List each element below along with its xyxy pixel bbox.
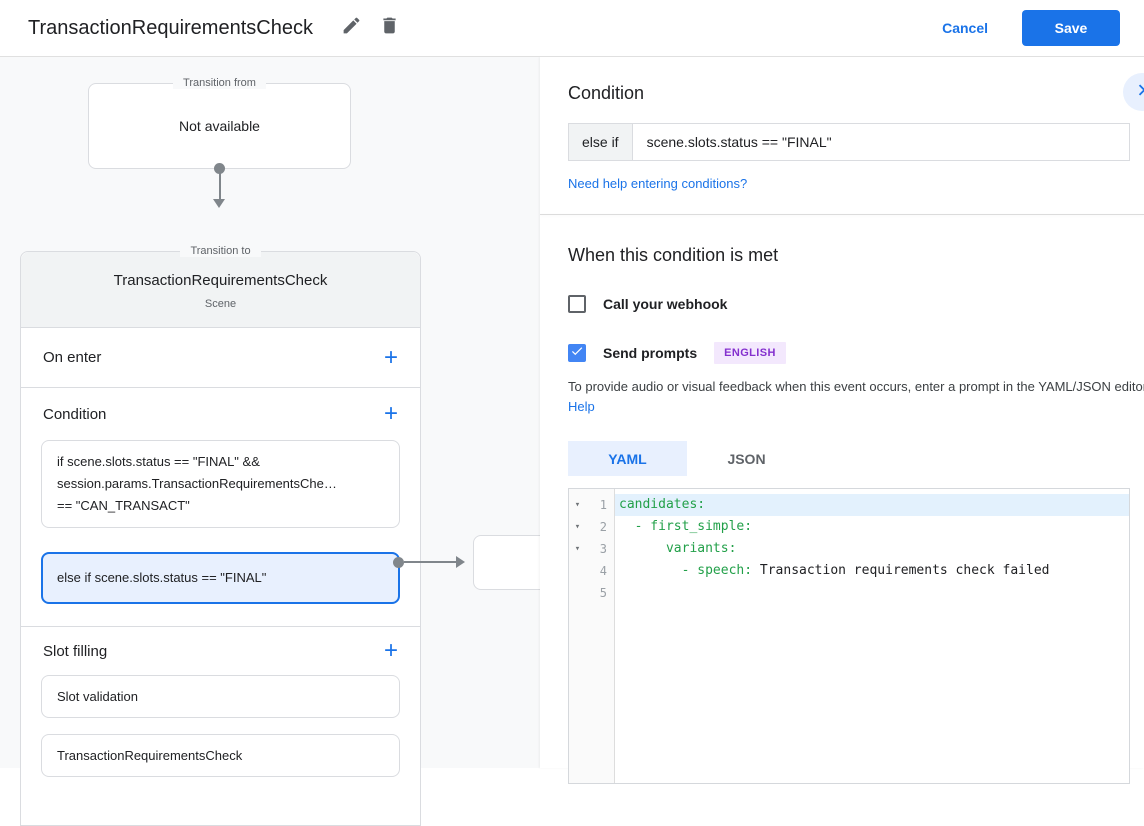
condition-item-else-if-selected[interactable]: else if scene.slots.status == "FINAL" [41,552,400,604]
add-condition-button[interactable]: + [384,404,398,424]
scene-type-label: Scene [21,298,420,310]
transition-from-content: Not available [89,84,350,168]
checkmark-icon [570,344,584,363]
language-badge: ENGLISH [714,342,786,364]
fold-toggle-icon[interactable]: ▾ [569,500,586,510]
slot-item-transaction-requirements[interactable]: TransactionRequirementsCheck [41,734,400,777]
send-prompts-label: Send prompts [603,345,697,361]
panel-divider [540,214,1144,215]
prompt-hint-text: To provide audio or visual feedback when… [568,377,1144,417]
page-title: TransactionRequirementsCheck [28,17,313,40]
call-webhook-label: Call your webhook [603,296,727,312]
scene-name: TransactionRequirementsCheck [21,272,420,289]
line-number: 1 [586,498,614,512]
send-prompts-checkbox[interactable] [568,344,586,362]
branch-connector-line [404,561,457,563]
prompt-help-link[interactable]: Help [568,399,595,414]
branch-arrowhead-icon [456,556,465,568]
panel-title: Condition [568,57,1130,104]
tab-json[interactable]: JSON [687,441,806,476]
code-line-active: candidates: [615,494,1129,516]
fold-toggle-icon[interactable]: ▾ [569,522,586,532]
condition-input-group: else if [568,123,1130,161]
conditions-help-link[interactable]: Need help entering conditions? [568,176,747,191]
chevron-right-icon [1131,79,1144,106]
call-webhook-checkbox[interactable] [568,295,586,313]
edit-scene-button[interactable] [333,9,371,47]
code-line: - first_simple: [615,516,1129,538]
condition-item-if[interactable]: if scene.slots.status == "FINAL" && sess… [41,440,400,528]
top-bar: TransactionRequirementsCheck Cancel Save [0,0,1144,57]
line-number: 4 [586,564,614,578]
add-on-enter-button[interactable]: + [384,348,398,368]
webhook-row: Call your webhook [568,295,1130,313]
condition-expression-input[interactable] [632,123,1130,161]
line-number: 2 [586,520,614,534]
tab-yaml[interactable]: YAML [568,441,687,476]
send-prompts-row: Send prompts ENGLISH [568,342,1130,364]
line-number: 5 [586,586,614,600]
save-button[interactable]: Save [1022,10,1120,46]
pencil-icon [341,15,362,41]
transition-to-card: Transition to TransactionRequirementsChe… [20,251,421,826]
add-slot-button[interactable]: + [384,641,398,661]
scene-flow-canvas: Transition from Not available Transition… [0,57,540,768]
slot-filling-section: Slot filling + Slot validation Transacti… [21,627,420,777]
slot-item-validation[interactable]: Slot validation [41,675,400,718]
slot-filling-label: Slot filling [43,643,107,660]
delete-scene-button[interactable] [371,9,409,47]
condition-section-label: Condition [43,406,106,423]
scene-card-header: TransactionRequirementsCheck Scene [21,252,420,328]
editor-gutter: ▾ 1 ▾ 2 ▾ 3 4 5 [569,489,615,783]
editor-format-tabs: YAML JSON [568,441,1130,476]
when-condition-met-title: When this condition is met [568,245,1130,266]
connector-arrowhead-icon [213,199,225,208]
fold-toggle-icon[interactable]: ▾ [569,544,586,554]
on-enter-label: On enter [43,349,101,366]
condition-detail-panel: Condition else if Need help entering con… [540,57,1144,768]
yaml-code-editor[interactable]: ▾ 1 ▾ 2 ▾ 3 4 5 [568,488,1130,784]
editor-code-area[interactable]: candidates: - first_simple: variants: - … [615,489,1129,783]
branch-connector-dot [393,557,404,568]
connector-line [219,171,221,201]
condition-section: Condition + if scene.slots.status == "FI… [21,388,420,627]
condition-prefix-label: else if [568,123,632,161]
line-number: 3 [586,542,614,556]
cancel-button[interactable]: Cancel [942,20,988,36]
trash-icon [379,15,400,41]
transition-from-node: Transition from Not available [88,83,351,169]
on-enter-section: On enter + [21,328,420,388]
code-line-empty [615,582,1129,604]
code-line: variants: [615,538,1129,560]
code-line: - speech: Transaction requirements check… [615,560,1129,582]
